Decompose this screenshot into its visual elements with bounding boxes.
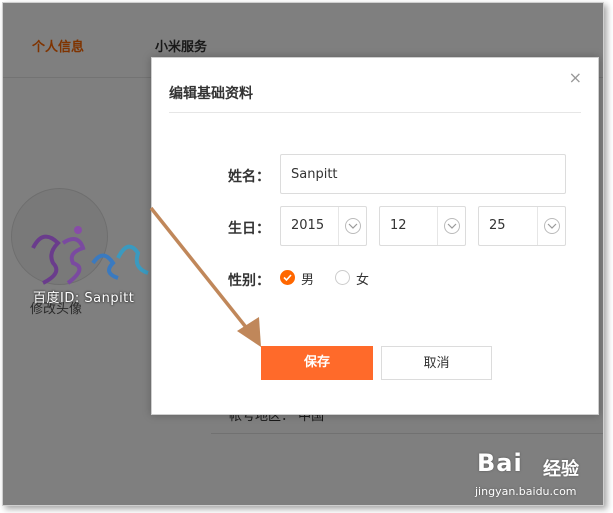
- brand-main: Bai: [477, 449, 523, 477]
- brand-url: jingyan.baidu.com: [475, 485, 577, 498]
- annotation-arrow: [149, 206, 261, 347]
- screenshot-frame: 个人信息 小米服务 修改头像 帐号地区： 中国 百度ID: Sanpitt 编辑…: [2, 2, 604, 506]
- brand-cn: 经验: [543, 459, 579, 480]
- baidu-jingyan-logo: Bai 经验 jingyan.baidu.com: [471, 447, 591, 503]
